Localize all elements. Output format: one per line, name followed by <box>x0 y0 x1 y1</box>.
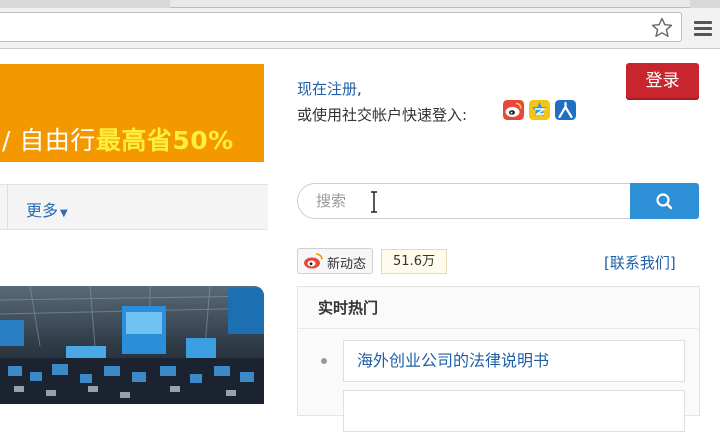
login-button[interactable]: 登录 <box>626 63 699 100</box>
register-link[interactable]: 现在注册 <box>297 80 357 98</box>
promo-text-prefix: / 自由行 <box>2 126 96 155</box>
browser-menu-icon[interactable] <box>694 21 712 37</box>
social-login-label: 或使用社交帐户快速登入: <box>297 106 468 124</box>
stock-exchange-photo <box>0 286 264 404</box>
promo-text-highlight: 最高省50% <box>95 126 234 155</box>
active-tab[interactable] <box>170 0 690 8</box>
weibo-follower-count: 51.6万 <box>381 249 447 274</box>
renren-icon[interactable] <box>555 100 576 120</box>
text-cursor-icon <box>371 191 377 213</box>
weibo-follow-label: 新动态 <box>327 257 367 272</box>
contact-us-link[interactable]: [联系我们] <box>604 252 676 273</box>
weibo-logo-icon <box>304 253 323 269</box>
nav-more-dropdown[interactable]: 更多 ▼ <box>26 197 68 221</box>
register-line: 现在注册, <box>297 78 362 99</box>
search-button[interactable] <box>630 183 699 219</box>
hot-topic-item-2[interactable] <box>343 390 685 432</box>
list-bullet <box>321 358 327 364</box>
featured-photo[interactable] <box>0 286 264 404</box>
hot-topics-title: 实时热门 <box>318 299 379 317</box>
weibo-follow-button[interactable]: 新动态 <box>297 248 373 274</box>
tab-strip <box>0 0 720 8</box>
qq-space-icon[interactable] <box>529 100 550 120</box>
category-nav: 更多 ▼ <box>0 184 268 230</box>
register-suffix: , <box>357 80 362 98</box>
search-input[interactable] <box>297 183 631 219</box>
nav-divider <box>7 185 8 229</box>
bookmark-star-icon[interactable] <box>650 16 674 40</box>
address-bar[interactable] <box>0 12 682 42</box>
search-icon <box>656 193 673 210</box>
caret-down-icon: ▼ <box>60 208 68 219</box>
browser-toolbar <box>0 8 720 49</box>
weibo-icon[interactable] <box>503 100 524 120</box>
nav-more-label: 更多 <box>26 201 59 220</box>
hot-topic-item[interactable]: 海外创业公司的法律说明书 <box>343 340 685 382</box>
hot-topics-divider <box>298 328 698 329</box>
promo-banner-text: / 自由行最高省50% <box>2 121 234 157</box>
